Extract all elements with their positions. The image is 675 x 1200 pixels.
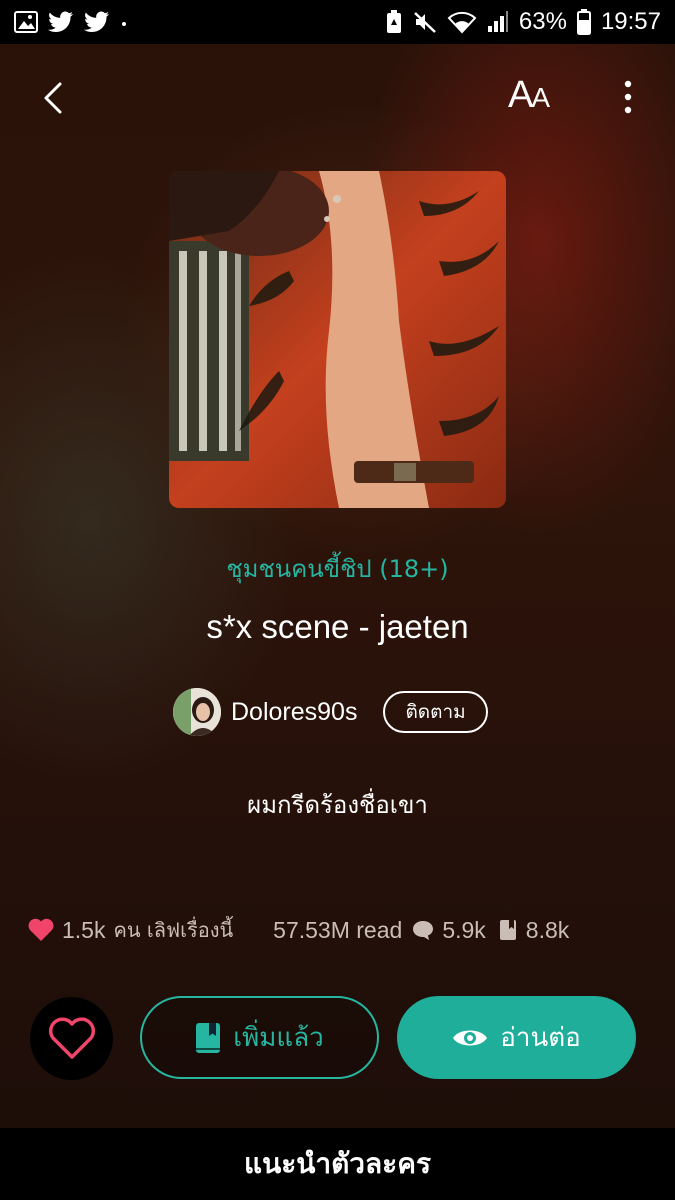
signal-icon xyxy=(487,10,509,34)
heart-icon xyxy=(28,918,54,941)
book-icon xyxy=(499,920,516,940)
love-button[interactable] xyxy=(30,997,113,1080)
cover-illustration xyxy=(169,171,506,508)
font-size-icon-small: A xyxy=(531,82,551,113)
status-left xyxy=(14,11,128,33)
story-description: ผมกรีดร้องชื่อเขา xyxy=(247,791,428,819)
eye-icon xyxy=(453,1030,488,1045)
mute-icon xyxy=(413,10,437,34)
comments-count: 5.9k xyxy=(442,916,486,943)
wifi-icon xyxy=(447,10,477,34)
heart-outline-icon xyxy=(48,1016,95,1059)
story-cover-image[interactable] xyxy=(169,171,506,508)
character-intro-bar[interactable]: แนะนำตัวละคร xyxy=(0,1128,675,1200)
author-avatar[interactable] xyxy=(173,688,221,736)
add-to-library-button[interactable]: เพิ่มแล้ว xyxy=(140,996,379,1079)
likes-stat: 1.5k คน เลิฟเรื่องนี้ xyxy=(28,914,233,946)
author-name[interactable]: Dolores90s xyxy=(231,698,357,727)
battery-percent: 63% xyxy=(518,8,567,35)
bookmarks-stat: 8.8k xyxy=(498,917,569,944)
header-bar: AA xyxy=(0,44,675,154)
clock: 19:57 xyxy=(600,8,661,35)
reads-count: 57.53M read xyxy=(273,916,403,943)
battery-icon xyxy=(576,9,591,35)
comments-stat[interactable]: 5.9k xyxy=(412,916,486,944)
twitter-icon xyxy=(84,11,110,33)
author-row: Dolores90s ติดตาม xyxy=(173,687,488,737)
added-label: เพิ่มแล้ว xyxy=(233,1023,324,1053)
battery-saver-icon xyxy=(385,9,403,35)
dot-icon xyxy=(120,11,128,33)
font-size-button[interactable]: AA xyxy=(508,74,562,118)
character-intro-label: แนะนำตัวละคร xyxy=(244,1147,431,1180)
story-title: s*x scene - jaeten xyxy=(206,608,469,645)
twitter-icon xyxy=(48,11,74,33)
likes-label: คน เลิฟเรื่องนี้ xyxy=(113,918,234,942)
status-right: 63% 19:57 xyxy=(385,8,661,36)
book-added-icon xyxy=(196,1022,221,1053)
continue-reading-button[interactable]: อ่านต่อ xyxy=(397,996,636,1079)
comment-icon xyxy=(413,921,434,940)
back-icon xyxy=(44,82,62,114)
follow-label: ติดตาม xyxy=(405,701,466,723)
stats-row: 1.5k คน เลิฟเรื่องนี้ 57.53M read 5.9k 8… xyxy=(28,908,648,952)
font-size-icon-big: A xyxy=(508,74,534,116)
more-vertical-icon xyxy=(624,80,632,114)
bookmarks-count: 8.8k xyxy=(525,916,570,943)
likes-count: 1.5k xyxy=(62,916,106,943)
follow-button[interactable]: ติดตาม xyxy=(383,691,488,733)
status-bar: 63% 19:57 xyxy=(0,0,675,44)
story-category[interactable]: ชุมชนคนขี้ชิป (18+) xyxy=(0,549,675,588)
more-button[interactable] xyxy=(616,76,640,120)
reads-stat: 57.53M read xyxy=(273,917,402,944)
back-button[interactable] xyxy=(36,78,72,118)
gallery-icon xyxy=(14,11,38,33)
read-label: อ่านต่อ xyxy=(500,1023,581,1053)
